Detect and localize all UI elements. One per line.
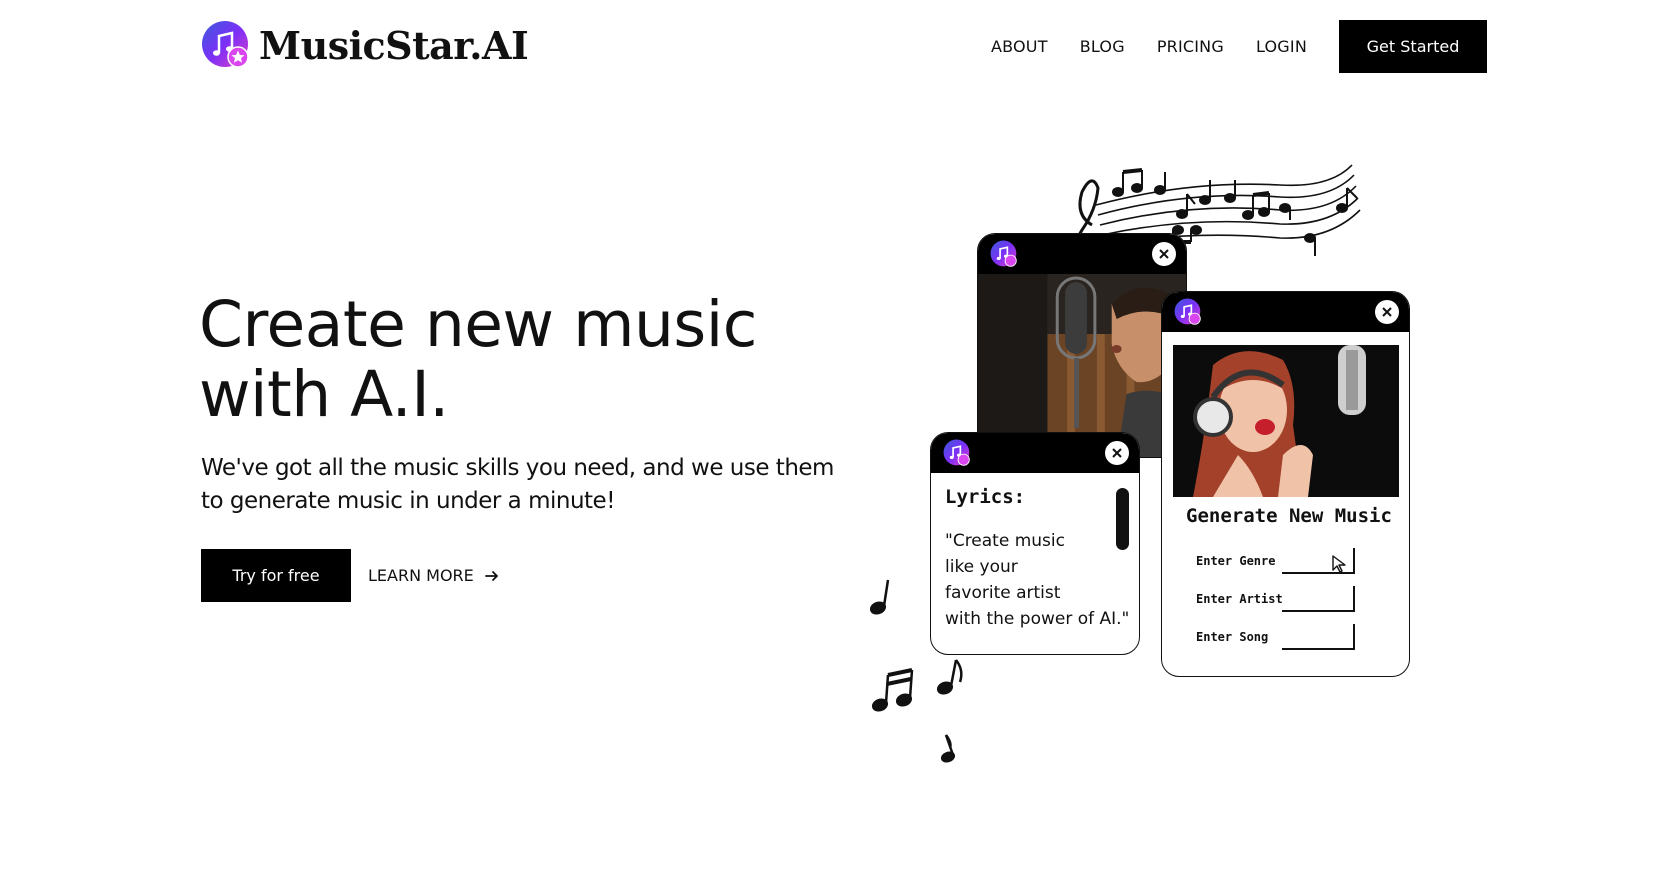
- nav-blog-link[interactable]: BLOG: [1080, 37, 1125, 56]
- hero-cta-row: Try for free LEARN MORE: [201, 549, 500, 602]
- learn-more-link[interactable]: LEARN MORE: [368, 566, 500, 585]
- close-button[interactable]: [1152, 242, 1176, 266]
- singer-video-card: [977, 233, 1187, 458]
- logo-icon: [990, 240, 1017, 267]
- generate-heading: Generate New Music: [1186, 505, 1392, 527]
- learn-more-label: LEARN MORE: [368, 566, 474, 585]
- hero-title: Create new music with A.I.: [199, 290, 819, 430]
- hero-subtitle-line: to generate music in under a minute!: [201, 488, 615, 514]
- genre-label: Enter Genre: [1196, 554, 1276, 568]
- close-icon: [1112, 448, 1122, 458]
- lyrics-card: Lyrics: "Create music like your favorite…: [930, 432, 1140, 655]
- lyrics-heading: Lyrics:: [945, 486, 1026, 508]
- nav-login-link[interactable]: LOGIN: [1256, 37, 1307, 56]
- lyrics-body: "Create music like your favorite artist …: [945, 528, 1129, 632]
- song-field-row: Enter Song: [1196, 624, 1355, 650]
- song-label: Enter Song: [1196, 630, 1269, 644]
- lyrics-line: "Create music: [945, 531, 1065, 551]
- genre-field-row: Enter Genre: [1196, 548, 1355, 574]
- nav-about-link[interactable]: ABOUT: [991, 37, 1048, 56]
- close-button[interactable]: [1105, 441, 1129, 465]
- genre-input[interactable]: [1282, 548, 1355, 574]
- song-input[interactable]: [1282, 624, 1355, 650]
- brand-logo[interactable]: MusicStar.AI: [201, 20, 529, 70]
- hero-subtitle: We've got all the music skills you need,…: [201, 452, 841, 518]
- hero-illustration: Lyrics: "Create music like your favorite…: [860, 160, 1460, 780]
- female-singer-image: [1173, 345, 1399, 497]
- arrow-right-icon: [484, 570, 498, 581]
- try-for-free-button[interactable]: Try for free: [201, 549, 351, 602]
- brand-name: MusicStar.AI: [259, 22, 529, 68]
- close-icon: [1382, 307, 1392, 317]
- close-icon: [1159, 249, 1169, 259]
- logo-icon: [943, 439, 970, 466]
- generate-music-card: Generate New Music Enter Genre Enter Art…: [1161, 291, 1410, 677]
- logo-icon: [202, 21, 249, 68]
- artist-field-row: Enter Artist: [1196, 586, 1355, 612]
- lyrics-line: like your: [945, 557, 1018, 577]
- hero-subtitle-line: We've got all the music skills you need,…: [201, 455, 834, 481]
- artist-label: Enter Artist: [1196, 592, 1283, 606]
- male-singer-image: [978, 274, 1186, 457]
- cursor-icon: [1332, 555, 1346, 573]
- nav-pricing-link[interactable]: PRICING: [1157, 37, 1224, 56]
- get-started-button[interactable]: Get Started: [1339, 20, 1487, 73]
- lyrics-line: favorite artist: [945, 583, 1061, 603]
- close-button[interactable]: [1375, 300, 1399, 324]
- artist-input[interactable]: [1282, 586, 1355, 612]
- lyrics-scrollbar[interactable]: [1116, 488, 1129, 550]
- hero-title-line: with A.I.: [199, 358, 449, 431]
- main-nav: ABOUT BLOG PRICING LOGIN Get Started: [991, 20, 1487, 73]
- site-header: MusicStar.AI ABOUT BLOG PRICING LOGIN Ge…: [0, 0, 1680, 92]
- hero-title-line: Create new music: [199, 288, 757, 361]
- lyrics-line: with the power of AI.": [945, 609, 1130, 629]
- logo-icon: [1174, 298, 1201, 325]
